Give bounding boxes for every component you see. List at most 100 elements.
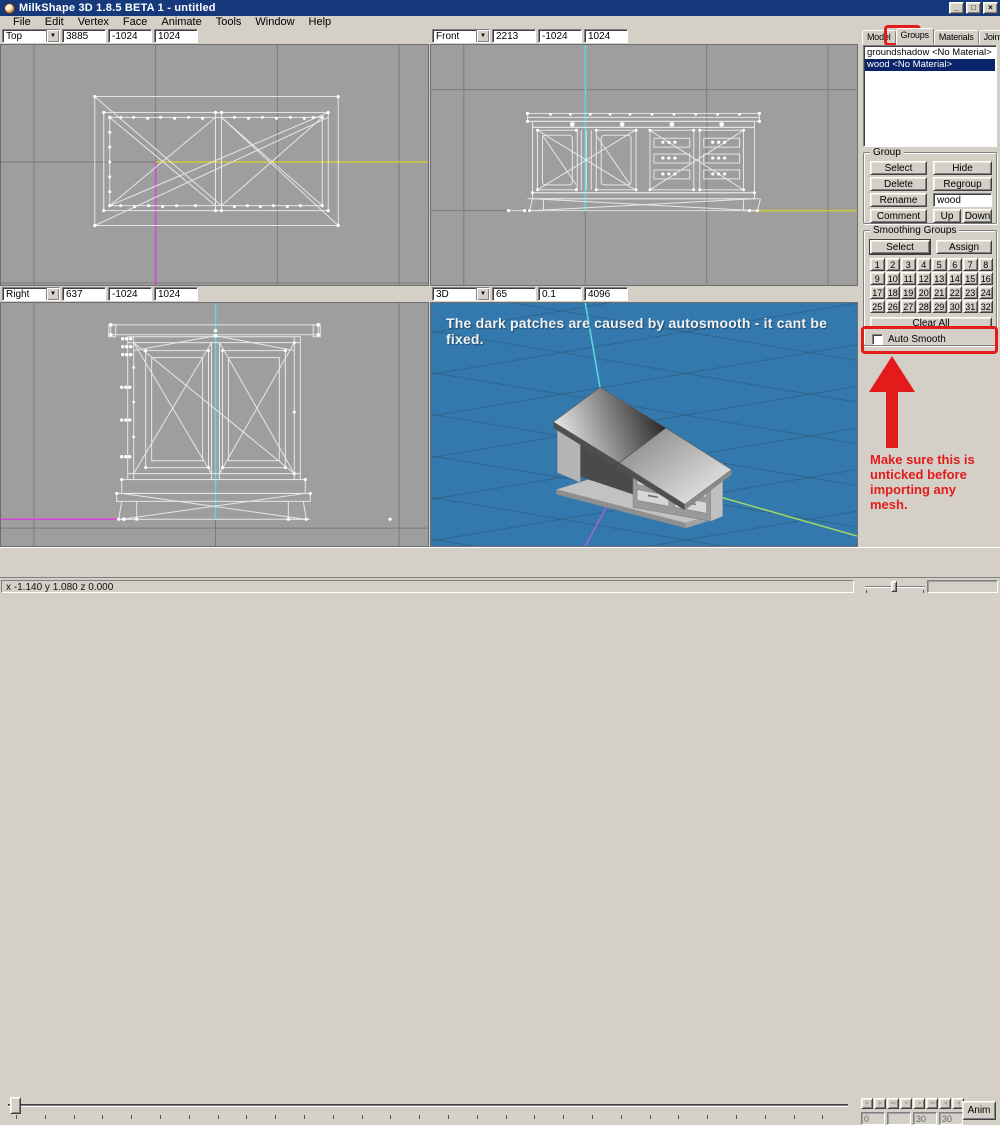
smoothing-group-28[interactable]: 28 <box>917 300 932 313</box>
tab-groups[interactable]: Groups <box>896 28 934 45</box>
smoothing-group-23[interactable]: 23 <box>963 286 978 299</box>
max-field-front[interactable]: 1024 <box>584 29 628 43</box>
comment-button[interactable]: Comment <box>870 209 927 223</box>
smoothing-group-2[interactable]: 2 <box>886 258 901 271</box>
smoothing-group-24[interactable]: 24 <box>979 286 994 299</box>
menu-item-tools[interactable]: Tools <box>209 16 249 28</box>
auto-smooth-checkbox[interactable] <box>872 334 883 345</box>
view-select-3d[interactable]: 3D ▼ <box>432 287 490 301</box>
smoothing-group-26[interactable]: 26 <box>886 300 901 313</box>
clear-all-button[interactable]: Clear All <box>870 317 992 329</box>
tab-model[interactable]: Model <box>862 30 896 45</box>
viewport-right-canvas[interactable] <box>0 302 429 547</box>
viewport-front-canvas[interactable] <box>430 44 858 286</box>
menu-item-vertex[interactable]: Vertex <box>71 16 116 28</box>
playback-button-5[interactable]: >> <box>926 1098 938 1109</box>
smoothing-group-12[interactable]: 12 <box>917 272 932 285</box>
smoothing-group-16[interactable]: 16 <box>979 272 994 285</box>
min-field-top[interactable]: -1024 <box>108 29 152 43</box>
smoothing-group-5[interactable]: 5 <box>932 258 947 271</box>
smoothing-group-1[interactable]: 1 <box>870 258 885 271</box>
groups-list[interactable]: groundshadow <No Material>wood <No Mater… <box>863 45 997 147</box>
smoothing-group-32[interactable]: 32 <box>979 300 994 313</box>
viewport-top-canvas[interactable] <box>0 44 429 286</box>
rename-group-button[interactable]: Rename <box>870 193 927 207</box>
menu-item-window[interactable]: Window <box>248 16 301 28</box>
anim-field-2[interactable]: 30 <box>913 1112 937 1125</box>
smoothing-group-10[interactable]: 10 <box>886 272 901 285</box>
playback-button-2[interactable]: << <box>887 1098 899 1109</box>
smoothing-group-21[interactable]: 21 <box>932 286 947 299</box>
smoothing-group-29[interactable]: 29 <box>932 300 947 313</box>
playback-button-4[interactable]: > <box>913 1098 925 1109</box>
move-down-button[interactable]: Down <box>963 209 992 223</box>
smoothing-group-17[interactable]: 17 <box>870 286 885 299</box>
view-select-front[interactable]: Front ▼ <box>432 29 490 43</box>
smoothing-group-20[interactable]: 20 <box>917 286 932 299</box>
tab-joints[interactable]: Joints <box>979 30 1000 45</box>
smoothing-group-11[interactable]: 11 <box>901 272 916 285</box>
far-field-3d[interactable]: 4096 <box>584 287 628 301</box>
restore-button[interactable]: □ <box>966 2 981 14</box>
regroup-button[interactable]: Regroup <box>933 177 992 191</box>
anim-toggle-button[interactable]: Anim <box>962 1101 996 1120</box>
playback-button-3[interactable]: < <box>900 1098 912 1109</box>
playback-button-0[interactable]: |< <box>861 1098 873 1109</box>
smoothing-group-25[interactable]: 25 <box>870 300 885 313</box>
minimize-button[interactable]: _ <box>949 2 964 14</box>
smoothing-group-6[interactable]: 6 <box>948 258 963 271</box>
playback-buttons: |<|<<<<>>>>|>| <box>861 1098 964 1109</box>
smoothing-group-3[interactable]: 3 <box>901 258 916 271</box>
smoothing-group-8[interactable]: 8 <box>979 258 994 271</box>
playback-button-1[interactable]: |< <box>874 1098 886 1109</box>
smoothing-group-4[interactable]: 4 <box>917 258 932 271</box>
group-list-item[interactable]: groundshadow <No Material> <box>865 47 995 59</box>
playback-button-6[interactable]: >| <box>939 1098 951 1109</box>
smoothing-group-18[interactable]: 18 <box>886 286 901 299</box>
min-field-right[interactable]: -1024 <box>108 287 152 301</box>
timeline-track[interactable] <box>8 1104 848 1107</box>
select-group-button[interactable]: Select <box>870 161 927 175</box>
anim-field-0[interactable]: 0 <box>861 1112 885 1125</box>
max-field-right[interactable]: 1024 <box>154 287 198 301</box>
smoothing-group-27[interactable]: 27 <box>901 300 916 313</box>
zoom-field-front[interactable]: 2213 <box>492 29 536 43</box>
menu-item-face[interactable]: Face <box>116 16 154 28</box>
near-field-3d[interactable]: 0.1 <box>538 287 582 301</box>
smoothing-group-15[interactable]: 15 <box>963 272 978 285</box>
smoothing-group-13[interactable]: 13 <box>932 272 947 285</box>
group-name-input[interactable] <box>933 193 992 207</box>
smoothing-group-19[interactable]: 19 <box>901 286 916 299</box>
fov-field-3d[interactable]: 65 <box>492 287 536 301</box>
assign-smoothing-button[interactable]: Assign <box>936 240 992 254</box>
view-select-right[interactable]: Right ▼ <box>2 287 60 301</box>
anim-field-1[interactable] <box>887 1112 911 1125</box>
max-field-top[interactable]: 1024 <box>154 29 198 43</box>
timeline-thumb[interactable] <box>10 1097 21 1114</box>
menu-item-animate[interactable]: Animate <box>154 16 208 28</box>
menu-item-file[interactable]: File <box>6 16 38 28</box>
menu-item-help[interactable]: Help <box>302 16 339 28</box>
move-up-button[interactable]: Up <box>933 209 961 223</box>
min-field-front[interactable]: -1024 <box>538 29 582 43</box>
view-select-top[interactable]: Top ▼ <box>2 29 60 43</box>
anim-field-3[interactable]: 30 <box>939 1112 963 1125</box>
smoothing-group-7[interactable]: 7 <box>963 258 978 271</box>
zoom-field-right[interactable]: 637 <box>62 287 106 301</box>
menu-item-edit[interactable]: Edit <box>38 16 71 28</box>
tab-materials[interactable]: Materials <box>934 30 979 45</box>
smoothing-group-9[interactable]: 9 <box>870 272 885 285</box>
select-smoothing-button[interactable]: Select <box>870 240 930 254</box>
smoothing-group-31[interactable]: 31 <box>963 300 978 313</box>
smoothing-group-14[interactable]: 14 <box>948 272 963 285</box>
smoothing-group-30[interactable]: 30 <box>948 300 963 313</box>
close-button[interactable]: × <box>983 2 998 14</box>
speed-slider-thumb[interactable] <box>891 581 897 592</box>
hide-group-button[interactable]: Hide <box>933 161 992 175</box>
viewport-3d-canvas[interactable]: The dark patches are caused by autosmoot… <box>430 302 858 547</box>
group-list-item[interactable]: wood <No Material> <box>865 59 995 71</box>
viewport-3d-controls: 3D ▼ 65 0.1 4096 <box>430 286 858 302</box>
smoothing-group-22[interactable]: 22 <box>948 286 963 299</box>
delete-group-button[interactable]: Delete <box>870 177 927 191</box>
zoom-field-top[interactable]: 3885 <box>62 29 106 43</box>
